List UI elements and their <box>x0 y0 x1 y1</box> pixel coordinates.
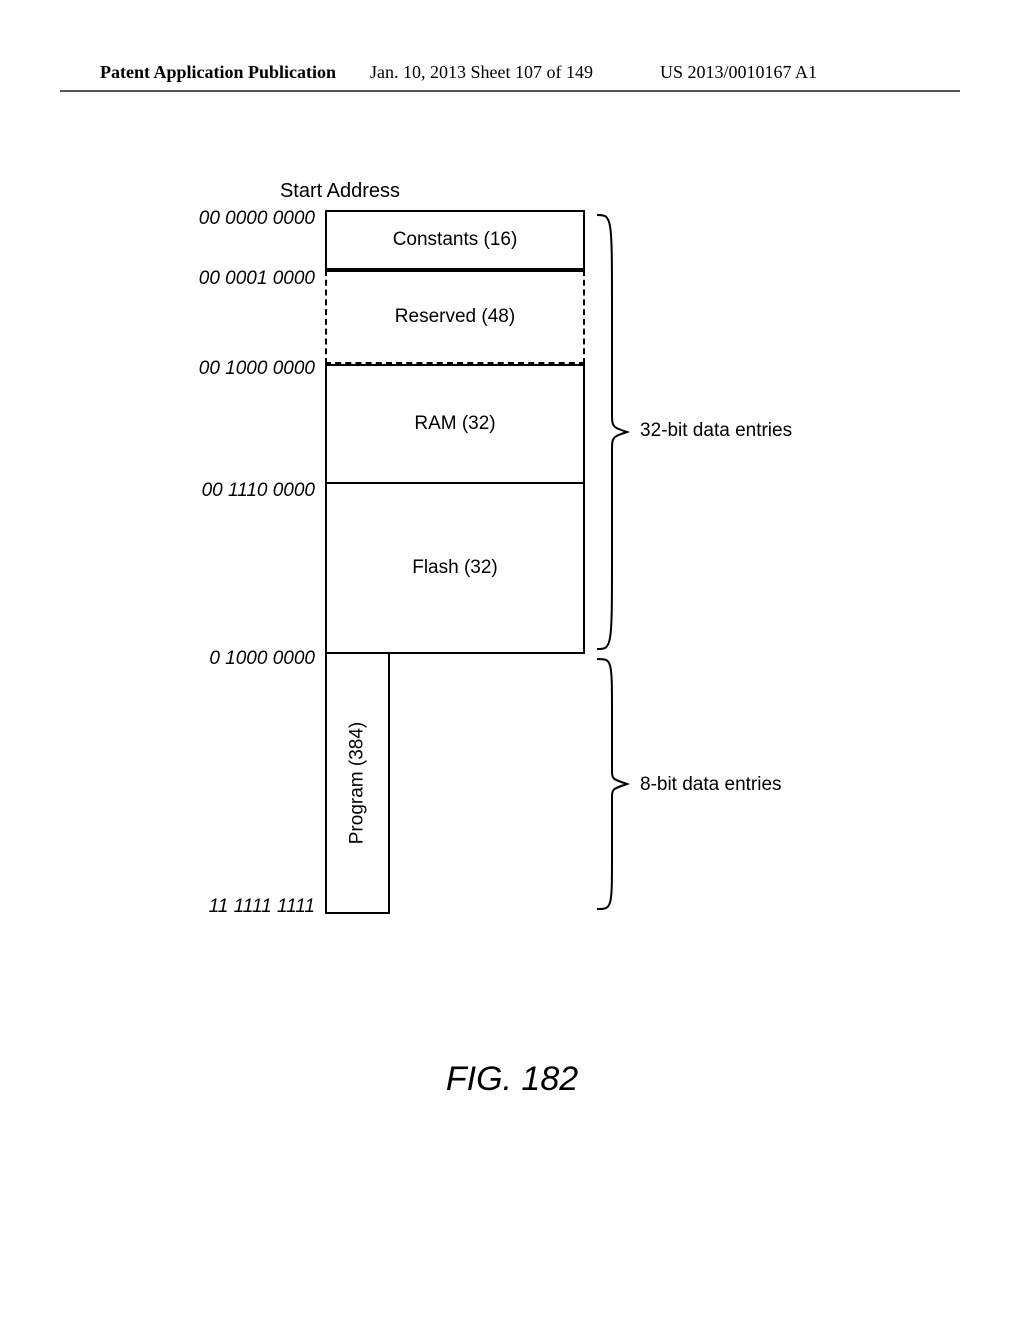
header-center: Jan. 10, 2013 Sheet 107 of 149 <box>370 62 593 83</box>
box-program: Program (384) <box>325 654 390 914</box>
brace-32bit-icon <box>592 210 632 654</box>
box-reserved: Reserved (48) <box>325 270 585 364</box>
figure-caption: FIG. 182 <box>0 1060 1024 1099</box>
box-program-label: Program (384) <box>347 722 369 845</box>
box-flash: Flash (32) <box>325 484 585 654</box>
header-left: Patent Application Publication <box>100 62 336 83</box>
header-rule <box>60 90 960 92</box>
address-1: 00 0001 0000 <box>160 268 315 290</box>
box-flash-label: Flash (32) <box>412 557 498 579</box>
brace-32bit-label: 32-bit data entries <box>640 420 792 442</box>
box-reserved-label: Reserved (48) <box>395 306 515 328</box>
memory-map-diagram: Start Address 00 0000 0000 00 0001 0000 … <box>160 180 880 980</box>
box-ram: RAM (32) <box>325 364 585 484</box>
address-0: 00 0000 0000 <box>160 208 315 230</box>
address-2: 00 1000 0000 <box>160 358 315 380</box>
address-5: 11 1111 1111 <box>160 896 315 918</box>
address-4: 0 1000 0000 <box>160 648 315 670</box>
box-constants-label: Constants (16) <box>393 229 518 251</box>
box-constants: Constants (16) <box>325 210 585 270</box>
brace-8bit-icon <box>592 654 632 914</box>
header-right: US 2013/0010167 A1 <box>660 62 817 83</box>
box-ram-label: RAM (32) <box>414 413 495 435</box>
start-address-title: Start Address <box>250 180 400 203</box>
address-3: 00 1110 0000 <box>160 480 315 502</box>
brace-8bit-label: 8-bit data entries <box>640 774 782 796</box>
